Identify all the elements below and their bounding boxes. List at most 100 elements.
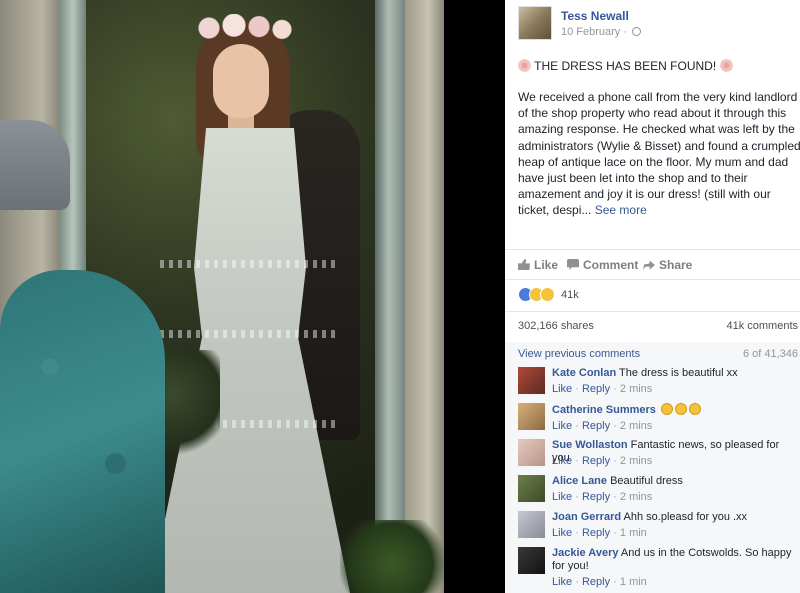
comment-separator: · <box>613 576 617 588</box>
photo-lace-detail <box>160 330 340 338</box>
post-text: We received a phone call from the very k… <box>518 89 800 219</box>
wow-reaction-icon <box>540 287 555 302</box>
comment-separator: · <box>613 455 617 467</box>
shares-count[interactable]: 302,166 shares <box>518 320 594 332</box>
reaction-count[interactable]: 41k <box>561 289 579 301</box>
photo-door-frame-right <box>375 0 409 540</box>
laughing-face-icon <box>661 403 673 415</box>
comment-separator: · <box>575 383 579 395</box>
comment-separator: · <box>575 576 579 588</box>
post-headline: THE DRESS HAS BEEN FOUND! <box>534 59 717 73</box>
comment-like-link[interactable]: Like <box>552 383 572 395</box>
like-button[interactable]: Like <box>518 258 558 272</box>
photo-lace-detail <box>160 260 340 268</box>
post-header: Tess Newall 10 February · <box>518 6 798 42</box>
comment-time[interactable]: 1 min <box>620 576 647 588</box>
divider <box>505 311 800 312</box>
comment-like-link[interactable]: Like <box>552 527 572 539</box>
author-avatar[interactable] <box>518 6 552 40</box>
photo-plant <box>340 520 444 593</box>
comment-like-link[interactable]: Like <box>552 576 572 588</box>
share-label: Share <box>659 258 693 272</box>
view-previous-comments-link[interactable]: View previous comments <box>518 348 640 360</box>
like-label: Like <box>534 258 559 272</box>
comments-count[interactable]: 41k comments <box>726 320 798 332</box>
comment-time[interactable]: 1 min <box>620 527 647 539</box>
comment-footer: Like · Reply · 2 mins <box>552 491 652 503</box>
commenter-avatar[interactable] <box>518 475 545 502</box>
photo-guest-hat <box>0 120 70 210</box>
post-headline-row: THE DRESS HAS BEEN FOUND! <box>518 58 793 74</box>
comment-body: Kate Conlan The dress is beautiful xx <box>552 367 796 380</box>
commenter-name[interactable]: Sue Wollaston <box>552 439 628 451</box>
globe-icon <box>632 27 642 36</box>
cherry-blossom-icon <box>518 59 531 72</box>
comment-reply-link[interactable]: Reply <box>582 576 610 588</box>
photo-viewer <box>0 0 505 593</box>
comment-text: The dress is beautiful xx <box>619 367 738 379</box>
see-more-link[interactable]: See more <box>595 203 647 217</box>
author-name[interactable]: Tess Newall <box>561 9 629 23</box>
comment-separator: · <box>575 527 579 539</box>
comment-label: Comment <box>583 258 639 272</box>
comment-body: Jackie Avery And us in the Cotswolds. So… <box>552 547 796 573</box>
commenter-avatar[interactable] <box>518 547 545 574</box>
photo-guest-teal-coat <box>0 270 165 593</box>
photo-flower-crown <box>194 14 294 42</box>
comment-button[interactable]: Comment <box>567 258 638 272</box>
commenter-avatar[interactable] <box>518 511 545 538</box>
commenter-name[interactable]: Catherine Summers <box>552 404 656 416</box>
comment-separator: · <box>575 491 579 503</box>
divider <box>505 249 800 250</box>
laughing-face-icon <box>675 403 687 415</box>
comment-reply-link[interactable]: Reply <box>582 491 610 503</box>
comment-like-link[interactable]: Like <box>552 420 572 432</box>
comment-time[interactable]: 2 mins <box>620 420 652 432</box>
comment-separator: · <box>613 383 617 395</box>
comment-text: Ahh so.pleasd for you .xx <box>623 511 748 523</box>
post-date[interactable]: 10 February <box>561 26 620 38</box>
photo-bride-face <box>213 44 269 118</box>
comment-like-link[interactable]: Like <box>552 455 572 467</box>
comment-separator: · <box>613 420 617 432</box>
post-photo[interactable] <box>0 0 444 593</box>
comment-reply-link[interactable]: Reply <box>582 383 610 395</box>
divider <box>505 279 800 280</box>
commenter-avatar[interactable] <box>518 403 545 430</box>
commenter-name[interactable]: Jackie Avery <box>552 547 618 559</box>
comment-reply-link[interactable]: Reply <box>582 527 610 539</box>
comment-separator: · <box>613 491 617 503</box>
post-panel: Tess Newall 10 February · THE DRESS HAS … <box>505 0 800 593</box>
comment-separator: · <box>613 527 617 539</box>
share-arrow-icon <box>643 260 655 270</box>
post-body-text: We received a phone call from the very k… <box>518 90 800 218</box>
comments-counter: 6 of 41,346 <box>742 348 798 360</box>
comment-reply-link[interactable]: Reply <box>582 420 610 432</box>
laughing-face-icon <box>689 403 701 415</box>
photo-stone-wall-right <box>405 0 444 593</box>
comment-footer: Like · Reply · 1 min <box>552 527 647 539</box>
meta-separator: · <box>623 26 628 38</box>
comment-body: Joan Gerrard Ahh so.pleasd for you .xx <box>552 511 796 524</box>
commenter-name[interactable]: Joan Gerrard <box>552 511 621 523</box>
comment-separator: · <box>575 455 579 467</box>
share-button[interactable]: Share <box>643 258 692 272</box>
comment-footer: Like · Reply · 2 mins <box>552 420 652 432</box>
comment-reply-link[interactable]: Reply <box>582 455 610 467</box>
comment-time[interactable]: 2 mins <box>620 383 652 395</box>
comment-body: Alice Lane Beautiful dress <box>552 475 796 488</box>
post-meta: 10 February · <box>561 26 642 38</box>
commenter-name[interactable]: Kate Conlan <box>552 367 616 379</box>
comment-footer: Like · Reply · 2 mins <box>552 383 652 395</box>
cherry-blossom-icon <box>719 59 733 72</box>
comment-body: Catherine Summers <box>552 403 796 417</box>
comment-like-link[interactable]: Like <box>552 491 572 503</box>
commenter-avatar[interactable] <box>518 439 545 466</box>
comment-text: Beautiful dress <box>610 475 683 487</box>
comment-footer: Like · Reply · 1 min <box>552 576 647 588</box>
speech-bubble-icon <box>567 259 579 270</box>
comment-time[interactable]: 2 mins <box>620 491 652 503</box>
commenter-name[interactable]: Alice Lane <box>552 475 607 487</box>
commenter-avatar[interactable] <box>518 367 545 394</box>
comment-time[interactable]: 2 mins <box>620 455 652 467</box>
